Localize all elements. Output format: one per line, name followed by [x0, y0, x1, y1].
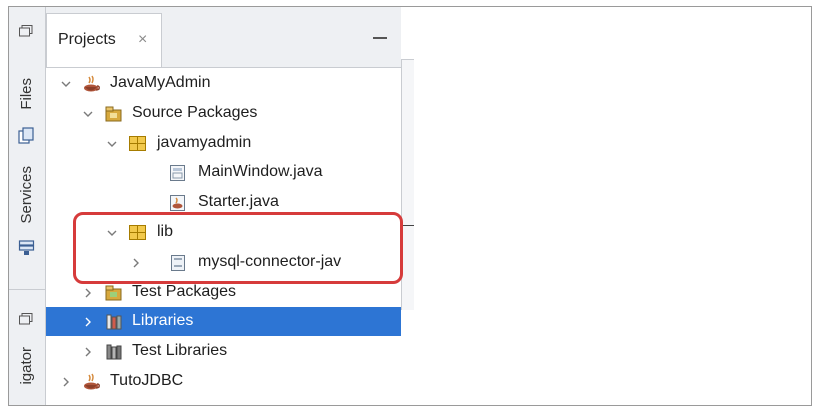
chevron-right-icon[interactable]: [82, 346, 94, 358]
tree-row-mainwindow-java[interactable]: MainWindow.java: [46, 158, 401, 187]
tree-row-label: Starter.java: [198, 193, 279, 211]
restore-navigator-icon[interactable]: [19, 313, 33, 325]
tree-row-javamyadmin[interactable]: javamyadmin: [46, 129, 401, 158]
chevron-right-icon[interactable]: [60, 376, 72, 388]
tree-row-label: TutoJDBC: [110, 372, 184, 389]
chevron-right-icon[interactable]: [82, 287, 94, 299]
close-icon[interactable]: ×: [138, 31, 147, 49]
tree-row-test-libraries[interactable]: Test Libraries: [46, 337, 401, 366]
java-project-icon: [82, 74, 102, 94]
tree-row-label: Source Packages: [132, 103, 258, 121]
tree-row-mysql-connector-jav[interactable]: mysql-connector-jav: [46, 248, 401, 277]
ide-window: Files Services igator Projects × JavaMyA…: [8, 6, 812, 406]
tree-row-test-packages[interactable]: Test Packages: [46, 278, 401, 307]
jar-icon: [168, 253, 188, 273]
tree-row-tutojdbc[interactable]: TutoJDBC: [46, 367, 401, 396]
java-project-icon: [82, 372, 102, 392]
navigator-tab-label: igator: [17, 347, 35, 385]
files-icon: [18, 127, 34, 144]
files-tab-label: Files: [17, 78, 35, 110]
tree-row-label: Test Libraries: [132, 342, 228, 360]
navigator-tab[interactable]: igator: [12, 347, 40, 405]
java-class-icon: [168, 193, 188, 213]
chevron-down-icon[interactable]: [106, 138, 118, 150]
chevron-right-icon[interactable]: [82, 316, 94, 328]
editor-tab-strip: [401, 59, 414, 310]
chevron-down-icon[interactable]: [60, 78, 72, 90]
projects-tabbar: Projects ×: [46, 7, 401, 68]
projects-panel: Projects × JavaMyAdmin Source Packages jav…: [46, 7, 401, 405]
tree-row-label: Libraries: [132, 312, 194, 330]
chevron-down-icon[interactable]: [82, 108, 94, 120]
minimize-icon[interactable]: [373, 37, 387, 39]
tree-row-starter-java[interactable]: Starter.java: [46, 188, 401, 217]
package-icon: [128, 223, 148, 243]
projects-tab-label: Projects: [58, 31, 116, 48]
tree-row-label: Test Packages: [132, 282, 237, 300]
projects-tab[interactable]: Projects ×: [46, 13, 162, 67]
services-icon: [18, 240, 35, 255]
chevron-right-icon[interactable]: [130, 257, 142, 269]
tree-row-label: mysql-connector-jav: [198, 252, 342, 270]
java-form-icon: [168, 163, 188, 183]
strip-divider: [9, 289, 45, 290]
libraries-icon: [104, 312, 124, 332]
test-libraries-icon: [104, 342, 124, 362]
tree-row-label: MainWindow.java: [198, 163, 323, 181]
tree-row-libraries[interactable]: Libraries: [46, 307, 401, 337]
services-tab-label: Services: [17, 166, 35, 224]
restore-window-icon[interactable]: [19, 25, 33, 37]
tree-row-source-packages[interactable]: Source Packages: [46, 99, 401, 128]
source-packages-icon: [104, 104, 124, 124]
chevron-down-icon[interactable]: [106, 227, 118, 239]
tree-row-label: javamyadmin: [157, 133, 252, 151]
tree-row-javamyadmin[interactable]: JavaMyAdmin: [46, 69, 401, 98]
tree-row-label: lib: [157, 223, 174, 240]
package-icon: [128, 134, 148, 154]
editor-marker: [402, 225, 414, 226]
tree-row-label: JavaMyAdmin: [110, 74, 211, 91]
services-tab[interactable]: Services: [12, 155, 40, 235]
tree-row-lib[interactable]: lib: [46, 218, 401, 247]
test-packages-icon: [104, 283, 124, 303]
left-tool-strip: Files Services igator: [9, 7, 46, 405]
files-tab[interactable]: Files: [12, 65, 40, 123]
editor-area: [401, 7, 811, 405]
